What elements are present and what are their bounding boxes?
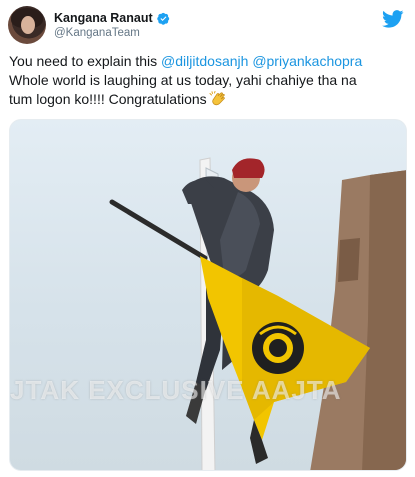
- author-name-row[interactable]: Kangana Ranaut: [54, 10, 170, 26]
- tweet-text-line-3-text: tum logon ko!!!! Congratulations: [9, 91, 207, 107]
- tweet-text-line-2: Whole world is laughing at us today, yah…: [9, 72, 357, 88]
- author-display-name[interactable]: Kangana Ranaut: [54, 11, 153, 25]
- author-handle[interactable]: @KanganaTeam: [54, 27, 140, 39]
- tweet-text-prefix: You need to explain this: [9, 53, 162, 69]
- clapping-hands-emoji-icon: [209, 91, 227, 107]
- tweet-header: Kangana Ranaut @KanganaTeam: [8, 6, 408, 46]
- tweet-card[interactable]: Kangana Ranaut @KanganaTeam You need to …: [0, 0, 415, 477]
- tweet-media-video[interactable]: JTAK EXCLUSIVE AAJTA: [9, 119, 407, 471]
- tweet-text: You need to explain this @diljitdosanjh …: [9, 52, 409, 109]
- mention-diljitdosanjh[interactable]: @diljitdosanjh: [161, 53, 248, 69]
- twitter-bird-icon[interactable]: [382, 10, 404, 28]
- tweet-text-line-3: tum logon ko!!!! Congratulations: [9, 90, 409, 109]
- mention-priyankachopra[interactable]: @priyankachopra: [252, 53, 362, 69]
- verified-badge-icon: [156, 12, 170, 25]
- avatar-face: [21, 16, 35, 34]
- author-avatar[interactable]: [8, 6, 46, 44]
- tweet-text-line-1: You need to explain this @diljitdosanjh …: [9, 52, 409, 71]
- video-watermark: JTAK EXCLUSIVE AAJTA: [10, 375, 342, 405]
- video-frame-illustration: [109, 157, 406, 470]
